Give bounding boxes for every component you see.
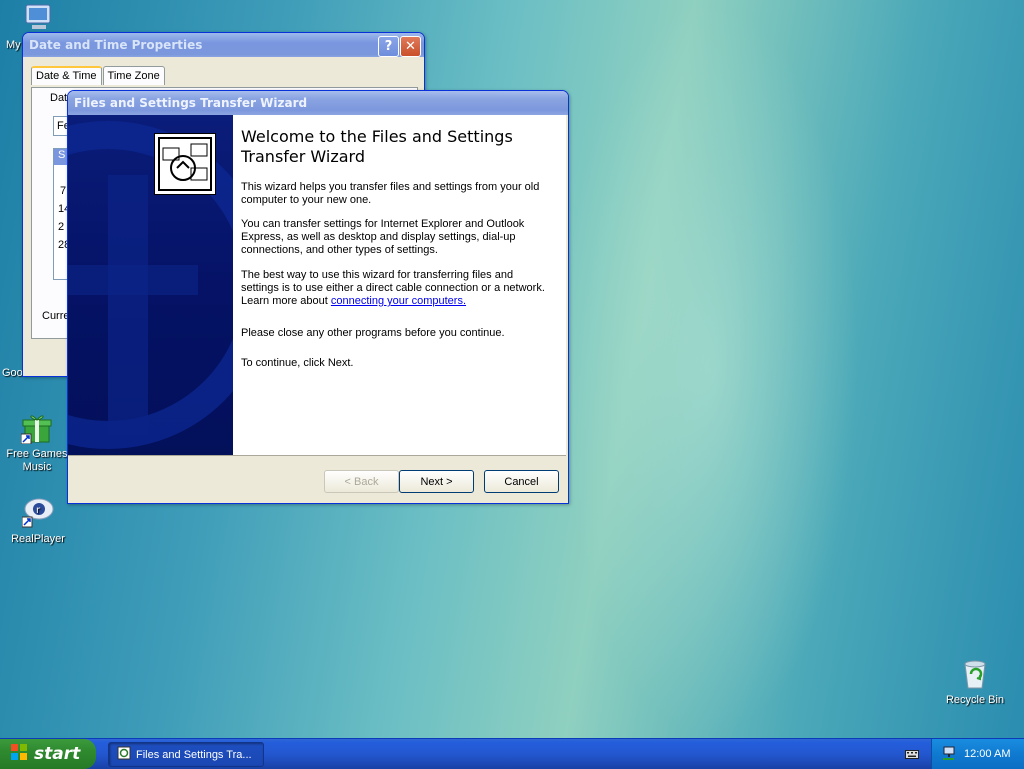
desktop-icon-label: Free Games Music (6, 448, 68, 473)
clock[interactable]: 12:00 AM (964, 748, 1010, 760)
next-button[interactable]: Next > (399, 470, 474, 493)
keyboard-icon[interactable] (905, 748, 919, 763)
transfer-wizard-window[interactable]: Files and Settings Transfer Wizard Welco… (67, 90, 569, 504)
tab-strip: Date & Time Time Zone (31, 66, 166, 85)
wizard-content: Welcome to the Files and Settings Transf… (233, 115, 566, 455)
back-button[interactable]: < Back (324, 470, 399, 493)
gift-icon (20, 412, 53, 445)
taskbar-item-transfer-wizard[interactable]: Files and Settings Tra... (108, 742, 264, 767)
realplayer-icon: r (21, 497, 54, 529)
network-icon[interactable] (942, 745, 958, 764)
google-icon-label[interactable]: Goo (2, 367, 23, 379)
desktop-icon-free-games-music[interactable]: Free Games Music (2, 412, 72, 474)
desktop-icon-label: RealPlayer (11, 533, 65, 545)
question-icon: ? (384, 39, 393, 54)
wizard-intro-text: This wizard helps you transfer files and… (241, 181, 540, 206)
calendar-day[interactable]: 7 (60, 185, 66, 197)
wizard-heading: Welcome to the Files and Settings Transf… (241, 127, 513, 166)
desktop-icon-recycle-bin[interactable]: Recycle Bin (940, 658, 1010, 707)
close-icon: ✕ (405, 39, 416, 54)
desktop-icon-label: Recycle Bin (945, 694, 1005, 706)
recycle-bin-icon (959, 658, 991, 690)
transfer-wizard-icon (154, 133, 216, 195)
wizard-continue-text: To continue, click Next. (241, 357, 354, 369)
close-button[interactable]: ✕ (400, 36, 421, 57)
wizard-titlebar[interactable]: Files and Settings Transfer Wizard (68, 91, 568, 115)
taskbar-item-label: Files and Settings Tra... (136, 748, 252, 761)
my-computer-label[interactable]: My (6, 39, 21, 51)
wizard-button-bar: < Back Next > Cancel (68, 455, 566, 503)
connecting-computers-link[interactable]: connecting your computers. (331, 295, 466, 307)
window-title: Date and Time Properties (29, 38, 203, 52)
my-computer-icon[interactable] (24, 3, 54, 31)
start-button[interactable]: start (0, 739, 96, 769)
taskbar: start Files and Settings Tra... 12:00 AM (0, 738, 1024, 769)
wizard-connection-text: The best way to use this wizard for tran… (241, 269, 551, 308)
system-tray: 12:00 AM (931, 739, 1024, 769)
day-header: S (58, 149, 66, 161)
tab-date-time[interactable]: Date & Time (31, 66, 102, 85)
current-time-zone-label: Curre (42, 310, 70, 322)
wizard-settings-text: You can transfer settings for Internet E… (241, 218, 525, 256)
tab-time-zone[interactable]: Time Zone (102, 66, 165, 85)
window-title: Files and Settings Transfer Wizard (74, 96, 308, 110)
windows-logo-icon (10, 743, 28, 766)
calendar-day[interactable]: 2 (58, 221, 64, 233)
date-group-label: Dat (50, 92, 68, 104)
date-time-titlebar[interactable]: Date and Time Properties (23, 33, 424, 57)
wizard-close-programs-text: Please close any other programs before y… (241, 327, 505, 339)
wizard-side-panel (68, 115, 233, 455)
desktop-icon-realplayer[interactable]: r RealPlayer (3, 497, 73, 546)
desktop-background-glow (560, 0, 860, 740)
cancel-button[interactable]: Cancel (484, 470, 559, 493)
start-label: start (34, 744, 81, 764)
transfer-wizard-small-icon (117, 746, 131, 763)
help-button[interactable]: ? (378, 36, 399, 57)
